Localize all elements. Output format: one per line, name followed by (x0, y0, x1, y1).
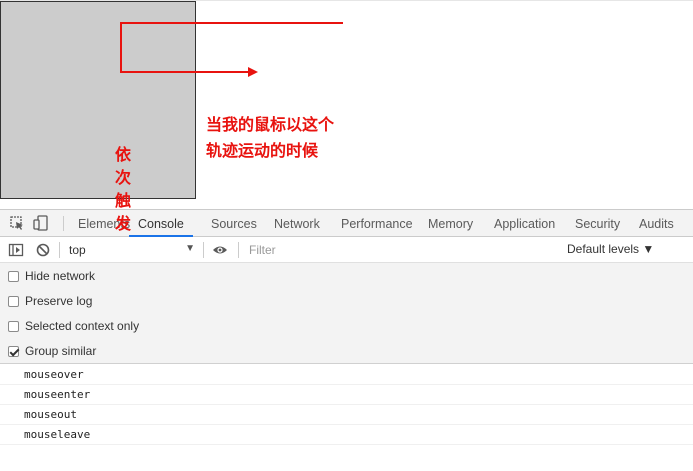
toolbar-divider (238, 242, 239, 258)
tab-security[interactable]: Security (575, 210, 620, 237)
path-annotation: 当我的鼠标以这个 轨迹运动的时候 (206, 112, 334, 164)
checkbox[interactable] (8, 320, 19, 332)
console-message: mouseleave (0, 425, 693, 445)
checkbox-checked[interactable] (8, 345, 19, 357)
order-char: 依 (114, 145, 131, 164)
setting-group-similar[interactable]: Group similar (8, 341, 96, 361)
setting-label: Preserve log (25, 294, 93, 308)
console-messages: mouseover mouseenter mouseout mouseleave (0, 365, 693, 471)
filter-input[interactable] (244, 241, 560, 259)
tab-network[interactable]: Network (274, 210, 320, 237)
sidebar-toggle-icon[interactable] (8, 242, 24, 258)
message-text: mouseenter (24, 388, 91, 401)
eye-icon[interactable] (212, 242, 228, 258)
toolbar-divider (63, 216, 64, 231)
tab-application[interactable]: Application (494, 210, 555, 237)
console-settings-pane: Hide network Preserve log Selected conte… (0, 263, 693, 364)
tab-sources[interactable]: Sources (211, 210, 257, 237)
console-message: mouseover (0, 365, 693, 385)
setting-label: Selected context only (25, 319, 140, 333)
device-toolbar-icon[interactable] (33, 215, 49, 231)
console-toolbar: top ▼ Default levels ▼ (0, 237, 693, 263)
page-viewport: 当我的鼠标以这个 轨迹运动的时候 (0, 0, 693, 209)
clear-console-icon[interactable] (35, 242, 51, 258)
order-char: 触 (114, 191, 131, 210)
log-levels-dropdown[interactable]: Default levels ▼ (567, 242, 654, 256)
checkbox[interactable] (8, 295, 19, 307)
order-char: 发 (114, 214, 131, 233)
tab-audits[interactable]: Audits (639, 210, 674, 237)
toolbar-divider (59, 242, 60, 258)
inspect-element-icon[interactable] (9, 215, 25, 231)
message-text: mouseout (24, 408, 77, 421)
tab-console[interactable]: Console (129, 210, 193, 237)
setting-label: Group similar (25, 344, 97, 358)
context-selector[interactable]: top ▼ (64, 241, 198, 259)
tab-performance[interactable]: Performance (341, 210, 413, 237)
order-char: 次 (114, 168, 131, 187)
message-text: mouseover (24, 368, 84, 381)
tab-memory[interactable]: Memory (428, 210, 473, 237)
order-annotation: 依 次 触 发 (113, 143, 133, 235)
setting-label: Hide network (25, 269, 96, 283)
toolbar-divider (203, 242, 204, 258)
annotation-line-1: 当我的鼠标以这个 (206, 115, 335, 134)
annotation-line-2: 轨迹运动的时候 (206, 141, 319, 160)
message-text: mouseleave (24, 428, 91, 441)
setting-selected-context-only[interactable]: Selected context only (8, 316, 139, 336)
dropdown-arrow-icon: ▼ (185, 243, 195, 254)
devtools-panel: Elements Console Sources Network Perform… (0, 209, 693, 471)
console-message: mouseout (0, 405, 693, 425)
devtools-tabbar: Elements Console Sources Network Perform… (0, 210, 693, 237)
setting-hide-network[interactable]: Hide network (8, 266, 95, 286)
console-message: mouseenter (0, 385, 693, 405)
mouse-path-arrow (120, 22, 343, 77)
checkbox[interactable] (8, 270, 19, 282)
context-value: top (69, 243, 86, 257)
setting-preserve-log[interactable]: Preserve log (8, 291, 92, 311)
